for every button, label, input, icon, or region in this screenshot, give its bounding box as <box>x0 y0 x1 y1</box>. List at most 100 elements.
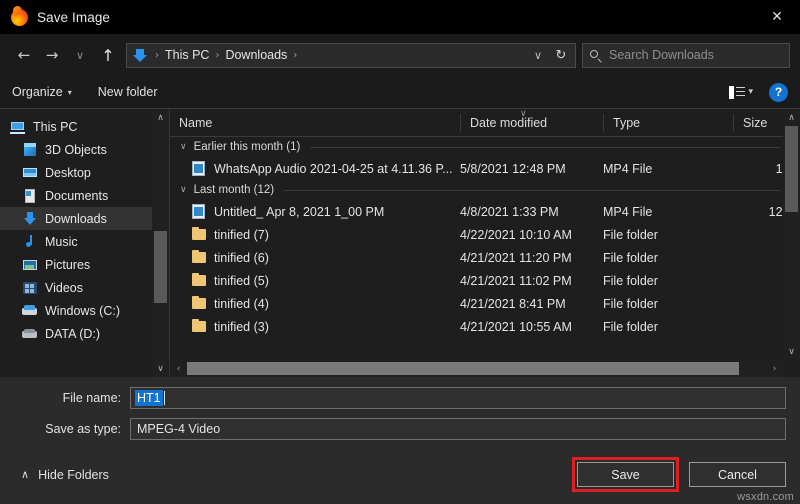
table-row[interactable]: tinified (7)4/22/2021 10:10 AMFile folde… <box>170 223 800 246</box>
group-header-label: Last month (12) <box>194 184 275 196</box>
save-as-type-value: MPEG-4 Video <box>135 422 220 436</box>
table-row[interactable]: WhatsApp Audio 2021-04-25 at 4.11.36 P..… <box>170 157 800 180</box>
footer-buttons: Save Cancel <box>572 457 786 492</box>
breadcrumb-dropdown-icon[interactable]: ∨ <box>527 49 549 62</box>
close-icon[interactable]: ✕ <box>754 0 800 34</box>
sidebar-scroll-down-icon[interactable]: ∨ <box>152 360 169 377</box>
file-name: tinified (6) <box>214 251 269 265</box>
videos-icon <box>22 280 38 296</box>
sidebar-item-label: Downloads <box>45 212 107 226</box>
hide-folders-button[interactable]: ∧ Hide Folders <box>21 468 109 482</box>
column-header-date-modified[interactable]: Date modified <box>460 114 603 131</box>
file-date: 4/21/2021 10:55 AM <box>460 320 603 334</box>
sidebar-item-desktop[interactable]: Desktop <box>0 161 169 184</box>
dialog-footer: ∧ Hide Folders Save Cancel wsxdn.com <box>0 447 800 504</box>
up-one-level-icon[interactable]: ↑ <box>94 41 122 69</box>
folder-icon <box>192 273 206 288</box>
navigation-pane: This PC3D ObjectsDesktopDocuments Downloa… <box>0 109 170 377</box>
sidebar-item-videos[interactable]: Videos <box>0 276 169 299</box>
new-folder-button[interactable]: New folder <box>98 85 158 99</box>
sidebar-item-3d-objects[interactable]: 3D Objects <box>0 138 169 161</box>
sidebar-scroll-thumb[interactable] <box>154 231 167 303</box>
table-row[interactable]: Untitled_ Apr 8, 2021 1_00 PM 4/8/2021 1:… <box>170 200 800 223</box>
file-type: MP4 File <box>603 162 733 176</box>
file-scroll-down-icon[interactable]: ∨ <box>783 343 800 360</box>
folder-icon <box>192 296 206 311</box>
view-dropdown-icon[interactable]: ▾ <box>748 87 753 97</box>
back-icon[interactable]: ← <box>10 41 38 69</box>
table-row[interactable]: tinified (4)4/21/2021 8:41 PMFile folder <box>170 292 800 315</box>
breadcrumb[interactable]: › This PC › Downloads › ∨ ↻ <box>126 43 576 68</box>
save-as-type-label: Save as type: <box>0 422 130 436</box>
file-hscroll-track[interactable] <box>187 360 766 377</box>
file-scroll-thumb[interactable] <box>785 126 798 212</box>
view-layout-icon[interactable] <box>729 86 745 99</box>
chevron-up-icon: ∧ <box>21 468 29 481</box>
sidebar-scrollbar[interactable]: ∧ ∨ <box>152 109 169 377</box>
breadcrumb-item-downloads[interactable]: Downloads <box>223 48 289 62</box>
sort-indicator-icon: ∨ <box>520 109 527 119</box>
sidebar-scroll-up-icon[interactable]: ∧ <box>152 109 169 126</box>
sidebar-item-documents[interactable]: Documents <box>0 184 169 207</box>
file-name: WhatsApp Audio 2021-04-25 at 4.11.36 P..… <box>214 162 453 176</box>
sidebar-item-downloads[interactable]: Downloads <box>0 207 169 230</box>
file-list-horizontal-scrollbar[interactable]: ‹ › <box>170 360 783 377</box>
recent-locations-icon[interactable]: ∨ <box>66 41 94 69</box>
file-name: Untitled_ Apr 8, 2021 1_00 PM <box>214 205 384 219</box>
chevron-down-icon: ∨ <box>180 185 187 195</box>
sidebar-item-music[interactable]: Music <box>0 230 169 253</box>
save-image-dialog: Save Image ✕ ← → ∨ ↑ › This PC › Downloa… <box>0 0 800 504</box>
sidebar-item-label: DATA (D:) <box>45 327 100 341</box>
file-type: File folder <box>603 251 733 265</box>
group-header[interactable]: ∨Earlier this month (1) <box>170 137 800 157</box>
file-scroll-up-icon[interactable]: ∧ <box>783 109 800 126</box>
refresh-icon[interactable]: ↻ <box>549 48 573 63</box>
sidebar-scroll-track[interactable] <box>152 126 169 360</box>
column-header-type[interactable]: Type <box>603 114 733 131</box>
sidebar-item-data-d[interactable]: DATA (D:) <box>0 322 169 345</box>
file-date: 4/21/2021 11:20 PM <box>460 251 603 265</box>
breadcrumb-separator-2[interactable]: › <box>289 50 301 61</box>
file-date: 4/8/2021 1:33 PM <box>460 205 603 219</box>
search-icon <box>589 49 602 62</box>
file-date: 4/21/2021 11:02 PM <box>460 274 603 288</box>
file-rows: ∨Earlier this month (1)WhatsApp Audio 20… <box>170 137 800 338</box>
help-button[interactable]: ? <box>769 83 788 102</box>
sidebar-item-this-pc[interactable]: This PC <box>0 115 169 138</box>
search-input[interactable]: Search Downloads <box>582 43 790 68</box>
table-row[interactable]: tinified (6) 4/21/2021 11:20 PMFile folde… <box>170 246 800 269</box>
file-scroll-track[interactable] <box>783 126 800 343</box>
column-header-name[interactable]: Name <box>170 114 460 131</box>
group-header-label: Earlier this month (1) <box>194 141 301 153</box>
file-list-vertical-scrollbar[interactable]: ∧ ∨ <box>783 109 800 360</box>
save-button-highlight: Save <box>572 457 679 492</box>
firefox-logo-icon <box>11 9 28 26</box>
file-type: File folder <box>603 228 733 242</box>
cancel-button[interactable]: Cancel <box>689 462 786 487</box>
save-button[interactable]: Save <box>577 462 674 487</box>
table-row[interactable]: tinified (3)4/21/2021 10:55 AMFile folde… <box>170 315 800 338</box>
save-as-type-select[interactable]: MPEG-4 Video <box>130 418 786 440</box>
sidebar-item-pictures[interactable]: Pictures <box>0 253 169 276</box>
file-name-row: File name: HT1 <box>0 385 800 410</box>
forward-icon[interactable]: → <box>38 41 66 69</box>
file-scroll-right-icon[interactable]: › <box>766 360 783 377</box>
file-date: 5/8/2021 12:48 PM <box>460 162 603 176</box>
this-pc-icon <box>10 119 26 135</box>
table-row[interactable]: tinified (5)4/21/2021 11:02 PMFile folde… <box>170 269 800 292</box>
file-list-pane: NameDate modifiedTypeSize∨ ∨Earlier this… <box>170 109 800 377</box>
file-scroll-left-icon[interactable]: ‹ <box>170 360 187 377</box>
organize-button[interactable]: Organize ▾ <box>12 85 72 99</box>
group-header[interactable]: ∨ Last month (12) <box>170 180 800 200</box>
organize-label: Organize <box>12 85 63 99</box>
breadcrumb-separator-1: › <box>211 50 223 61</box>
file-hscroll-thumb[interactable] <box>187 362 739 375</box>
sidebar-item-windows-c[interactable]: Windows (C:) <box>0 299 169 322</box>
drive-d-icon <box>22 326 38 342</box>
chevron-down-icon: ▾ <box>68 88 72 97</box>
documents-icon <box>22 188 38 204</box>
breadcrumb-item-this-pc[interactable]: This PC <box>163 48 211 62</box>
file-type: File folder <box>603 274 733 288</box>
file-name-field[interactable]: HT1 <box>130 387 786 409</box>
watermark: wsxdn.com <box>737 491 794 503</box>
